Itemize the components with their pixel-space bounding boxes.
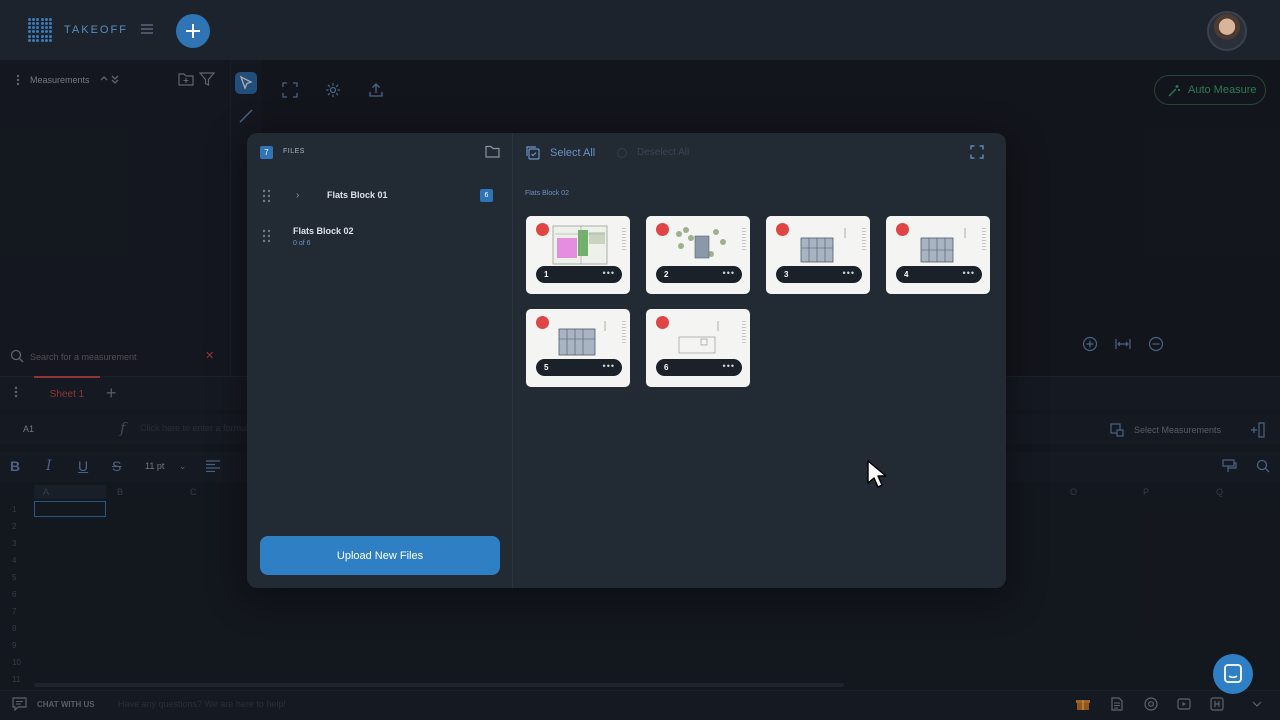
floor-plan-image [800,228,846,263]
unselected-status-icon [656,223,669,236]
page-thumbnail[interactable]: 2 ••• [646,216,750,294]
page-number: 3 [784,270,789,279]
floor-plan-image [676,227,726,259]
drawing-legend [742,321,746,343]
page-thumbnail[interactable]: 3 ••• [766,216,870,294]
more-options-icon[interactable]: ••• [723,268,735,278]
folder-item-flats-block-02[interactable]: Flats Block 02 [293,226,354,236]
select-all-button[interactable]: Select All [550,147,595,159]
drawing-legend [742,228,746,250]
current-folder-label: Flats Block 02 [525,190,569,197]
page-label-pill: 2 ••• [656,266,742,283]
unselected-status-icon [776,223,789,236]
page-label-pill: 3 ••• [776,266,862,283]
drag-handle-icon[interactable] [262,229,271,243]
page-thumbnail[interactable]: 1 ••• [526,216,630,294]
unselected-status-icon [656,316,669,329]
more-options-icon[interactable]: ••• [603,361,615,371]
folder-item-flats-block-01[interactable]: Flats Block 01 [327,190,388,200]
page-thumbnail[interactable]: 4 ••• [886,216,990,294]
user-avatar[interactable] [1207,11,1247,51]
floor-plan-image [678,321,719,354]
more-options-icon[interactable]: ••• [843,268,855,278]
page-number: 4 [904,270,909,279]
more-options-icon[interactable]: ••• [603,268,615,278]
select-all-checkbox-icon[interactable] [526,146,540,160]
drawing-legend [622,228,626,250]
drawing-legend [982,228,986,250]
files-header: FILES [283,148,305,155]
page-label-pill: 5 ••• [536,359,622,376]
chevron-right-icon[interactable]: › [296,190,299,201]
files-count-badge: 7 [260,146,273,159]
drawing-legend [862,228,866,250]
chat-bubble-icon [1224,664,1242,683]
files-folder-list [247,133,513,588]
unselected-status-icon [896,223,909,236]
floor-plan-image [920,228,966,263]
more-options-icon[interactable]: ••• [723,361,735,371]
page-thumbnail[interactable]: 6 ••• [646,309,750,387]
expand-icon[interactable] [970,145,984,159]
unselected-status-icon [536,223,549,236]
page-number: 1 [544,270,549,279]
page-thumbnail[interactable]: 5 ••• [526,309,630,387]
floor-plan-image [552,225,608,265]
floor-plan-image [558,321,606,356]
deselect-all-button[interactable]: Deselect All [637,147,689,158]
deselect-all-icon [617,148,627,158]
page-label-pill: 1 ••• [536,266,622,283]
intercom-launcher-button[interactable] [1213,654,1253,694]
plus-icon [186,24,200,38]
page-label-pill: 6 ••• [656,359,742,376]
page-number: 2 [664,270,669,279]
app-name: TAKEOFF [64,24,128,36]
takeoff-logo-icon[interactable] [28,18,52,42]
folder-icon[interactable] [485,145,500,158]
page-label-pill: 4 ••• [896,266,982,283]
mouse-cursor-icon [867,460,886,488]
drag-handle-icon[interactable] [262,189,271,203]
folder-selection-count: 0 of 6 [293,240,311,247]
page-number: 6 [664,363,669,372]
hamburger-menu-icon[interactable] [141,24,153,34]
unselected-status-icon [536,316,549,329]
upload-new-files-button[interactable]: Upload New Files [260,536,500,575]
more-options-icon[interactable]: ••• [963,268,975,278]
drawing-legend [622,321,626,343]
add-button[interactable] [176,14,210,48]
folder-count-badge: 6 [480,189,493,202]
page-number: 5 [544,363,549,372]
